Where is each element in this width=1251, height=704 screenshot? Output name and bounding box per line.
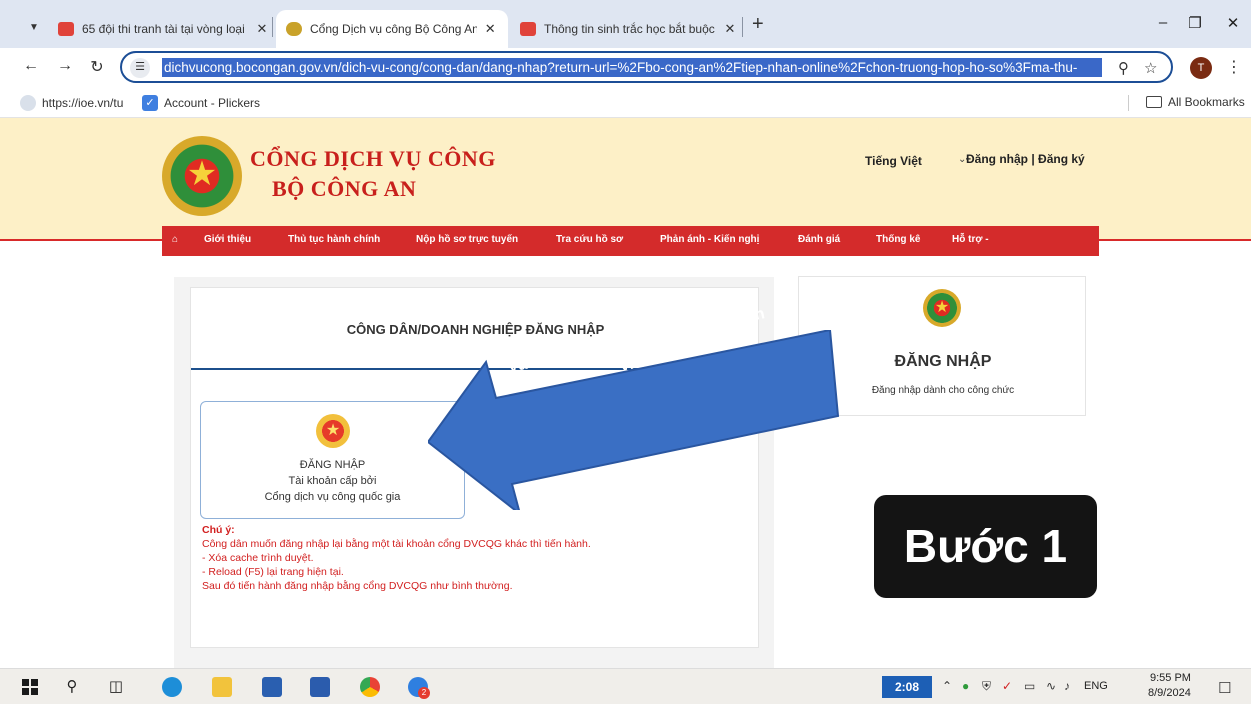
battery-icon[interactable]: ▭: [1024, 679, 1035, 693]
bookmarks-divider: [1128, 95, 1129, 111]
antivirus-icon[interactable]: ✓: [1002, 679, 1012, 693]
tray-app-icon[interactable]: ●: [962, 679, 969, 693]
close-tab-icon[interactable]: ✕: [483, 21, 498, 37]
store-icon[interactable]: [262, 677, 282, 697]
tab-divider: [272, 17, 273, 37]
web-page: ★ CỔNG DỊCH VỤ CÔNG BỘ CÔNG AN Tiếng Việ…: [0, 118, 1251, 668]
zoom-magnifier-icon[interactable]: ⚲: [1118, 59, 1129, 77]
main-menu: ⌂ Giới thiệu Thủ tục hành chính Nộp hồ s…: [162, 226, 1099, 256]
bookmark-label: https://ioe.vn/tu: [42, 96, 124, 110]
menu-ho-tro[interactable]: Hỗ trợ -: [952, 234, 989, 245]
gov-login-portal: Cổng dịch vụ công quốc gia: [264, 491, 401, 503]
edge-icon[interactable]: [162, 677, 182, 697]
menu-phan-anh[interactable]: Phản ánh - Kiến nghị: [660, 234, 759, 245]
close-tab-icon[interactable]: ✕: [722, 21, 738, 37]
menu-thong-ke[interactable]: Thống kê: [876, 234, 920, 245]
folder-icon: [1146, 96, 1162, 108]
tab-label: Cổng Dịch vụ công Bộ Công An: [310, 22, 477, 36]
tab-label: 65 đội thi tranh tài tại vòng loại: [82, 22, 245, 36]
url-text[interactable]: dichvucong.bocongan.gov.vn/dich-vu-cong/…: [162, 58, 1102, 77]
login-register-links[interactable]: Đăng nhập | Đăng ký: [966, 152, 1085, 166]
gov-login-subtitle: Tài khoản cấp bởi: [288, 475, 377, 487]
notifications-icon[interactable]: ☐: [1218, 679, 1231, 697]
police-emblem-icon: ★: [923, 289, 961, 327]
site-title-line1: CỔNG DỊCH VỤ CÔNG: [250, 146, 496, 171]
note-title: Chú ý:: [202, 524, 235, 536]
national-portal-login-button[interactable]: ★ ĐĂNG NHẬP Tài khoản cấp bởi Cổng dịch …: [200, 401, 465, 519]
all-bookmarks[interactable]: All Bookmarks: [1146, 95, 1245, 109]
plus-icon[interactable]: +: [752, 13, 764, 36]
bookmark-ioe[interactable]: https://ioe.vn/tu: [20, 95, 123, 111]
note-line: Sau đó tiến hành đăng nhập bằng cổng DVC…: [202, 580, 513, 592]
bookmark-star-icon[interactable]: ☆: [1144, 59, 1157, 77]
reload-icon[interactable]: ↻: [86, 57, 108, 77]
language-select[interactable]: Tiếng Việt: [865, 154, 922, 168]
restore-icon[interactable]: ❐: [1180, 14, 1210, 32]
zalo-icon[interactable]: 2: [408, 677, 430, 699]
zalo-notification-badge: 2: [418, 687, 430, 699]
tab-news[interactable]: 65 đội thi tranh tài tại vòng loại ✕: [48, 10, 280, 48]
note-line: - Xóa cache trình duyệt.: [202, 552, 314, 564]
bookmark-plickers[interactable]: ✓ Account - Plickers: [142, 95, 260, 111]
word-icon[interactable]: [310, 677, 330, 697]
globe-icon: [20, 95, 36, 111]
site-info-icon[interactable]: ☰: [130, 58, 150, 78]
home-icon[interactable]: ⌂: [172, 234, 178, 245]
forward-arrow-icon[interactable]: →: [54, 57, 76, 75]
tab-favicon-icon: [286, 22, 302, 36]
tab-sinh-trac-hoc[interactable]: Thông tin sinh trắc học bắt buộc ✕: [510, 10, 748, 48]
back-arrow-icon[interactable]: ←: [20, 57, 42, 75]
star-icon: ★: [186, 155, 218, 193]
more-menu-icon[interactable]: ⋮: [1226, 57, 1242, 77]
bookmark-label: Account - Plickers: [164, 96, 261, 110]
windows-taskbar: ⚲ ◫ 2 2:08 ⌃ ● ⛨ ✓ ▭ ∿ ♪ ENG 9:55 PM 8/9…: [0, 668, 1251, 704]
clock-time[interactable]: 9:55 PM: [1150, 672, 1191, 684]
timer-badge[interactable]: 2:08: [882, 676, 932, 698]
checkbox-icon: ✓: [142, 95, 158, 111]
tab-strip: ▼ 65 đội thi tranh tài tại vòng loại ✕ C…: [0, 0, 1251, 48]
menu-nop-ho-so[interactable]: Nộp hồ sơ trực tuyến: [416, 234, 518, 245]
minimize-icon[interactable]: –: [1148, 14, 1178, 31]
menu-danh-gia[interactable]: Đánh giá: [798, 234, 840, 245]
bookmarks-bar: https://ioe.vn/tu ✓ Account - Plickers A…: [0, 88, 1251, 118]
tab-favicon-icon: [58, 22, 74, 36]
search-icon[interactable]: ⚲: [62, 677, 82, 697]
star-icon: ★: [934, 299, 950, 316]
national-emblem-icon: ★: [316, 414, 350, 448]
all-bookmarks-label: All Bookmarks: [1168, 95, 1245, 109]
note-line: Công dân muốn đăng nhập lại bằng một tài…: [202, 538, 591, 550]
site-title-line2: BỘ CÔNG AN: [272, 176, 417, 201]
menu-thu-tuc-hanh-chinh[interactable]: Thủ tục hành chính: [288, 234, 380, 245]
tab-divider: [742, 17, 743, 37]
browser-toolbar: ← → ↻ ☰ dichvucong.bocongan.gov.vn/dich-…: [0, 48, 1251, 88]
input-language[interactable]: ENG: [1084, 680, 1108, 692]
security-shield-icon[interactable]: ⛨: [982, 679, 991, 694]
address-bar[interactable]: ☰ dichvucong.bocongan.gov.vn/dich-vu-con…: [120, 51, 1173, 83]
tab-dich-vu-cong[interactable]: Cổng Dịch vụ công Bộ Công An ✕: [276, 10, 508, 48]
step-badge: Bước 1: [874, 495, 1097, 598]
file-explorer-icon[interactable]: [212, 677, 232, 697]
tab-search-chevron-icon[interactable]: ▼: [22, 15, 46, 39]
menu-tra-cuu[interactable]: Tra cứu hồ sơ: [556, 234, 623, 245]
clock-date[interactable]: 8/9/2024: [1148, 687, 1191, 699]
close-tab-icon[interactable]: ✕: [254, 21, 270, 37]
task-view-icon[interactable]: ◫: [106, 677, 126, 697]
volume-icon[interactable]: ♪: [1064, 679, 1070, 693]
windows-start-icon[interactable]: [20, 677, 40, 697]
show-hidden-icons-icon[interactable]: ⌃: [942, 679, 952, 693]
star-icon: ★: [325, 422, 341, 439]
tab-label: Thông tin sinh trắc học bắt buộc: [544, 22, 715, 36]
gov-login-title: ĐĂNG NHẬP: [299, 459, 366, 471]
close-window-icon[interactable]: ✕: [1218, 14, 1248, 32]
tab-favicon-icon: [520, 22, 536, 36]
note-line: - Reload (F5) lại trang hiện tại.: [202, 566, 344, 578]
wifi-icon[interactable]: ∿: [1046, 679, 1056, 693]
site-header: ★ CỔNG DỊCH VỤ CÔNG BỘ CÔNG AN Tiếng Việ…: [0, 118, 1251, 241]
police-emblem-logo[interactable]: ★: [162, 136, 242, 216]
profile-avatar[interactable]: T: [1190, 57, 1212, 79]
menu-gioi-thieu[interactable]: Giới thiệu: [204, 234, 251, 245]
chrome-icon[interactable]: [360, 677, 380, 697]
